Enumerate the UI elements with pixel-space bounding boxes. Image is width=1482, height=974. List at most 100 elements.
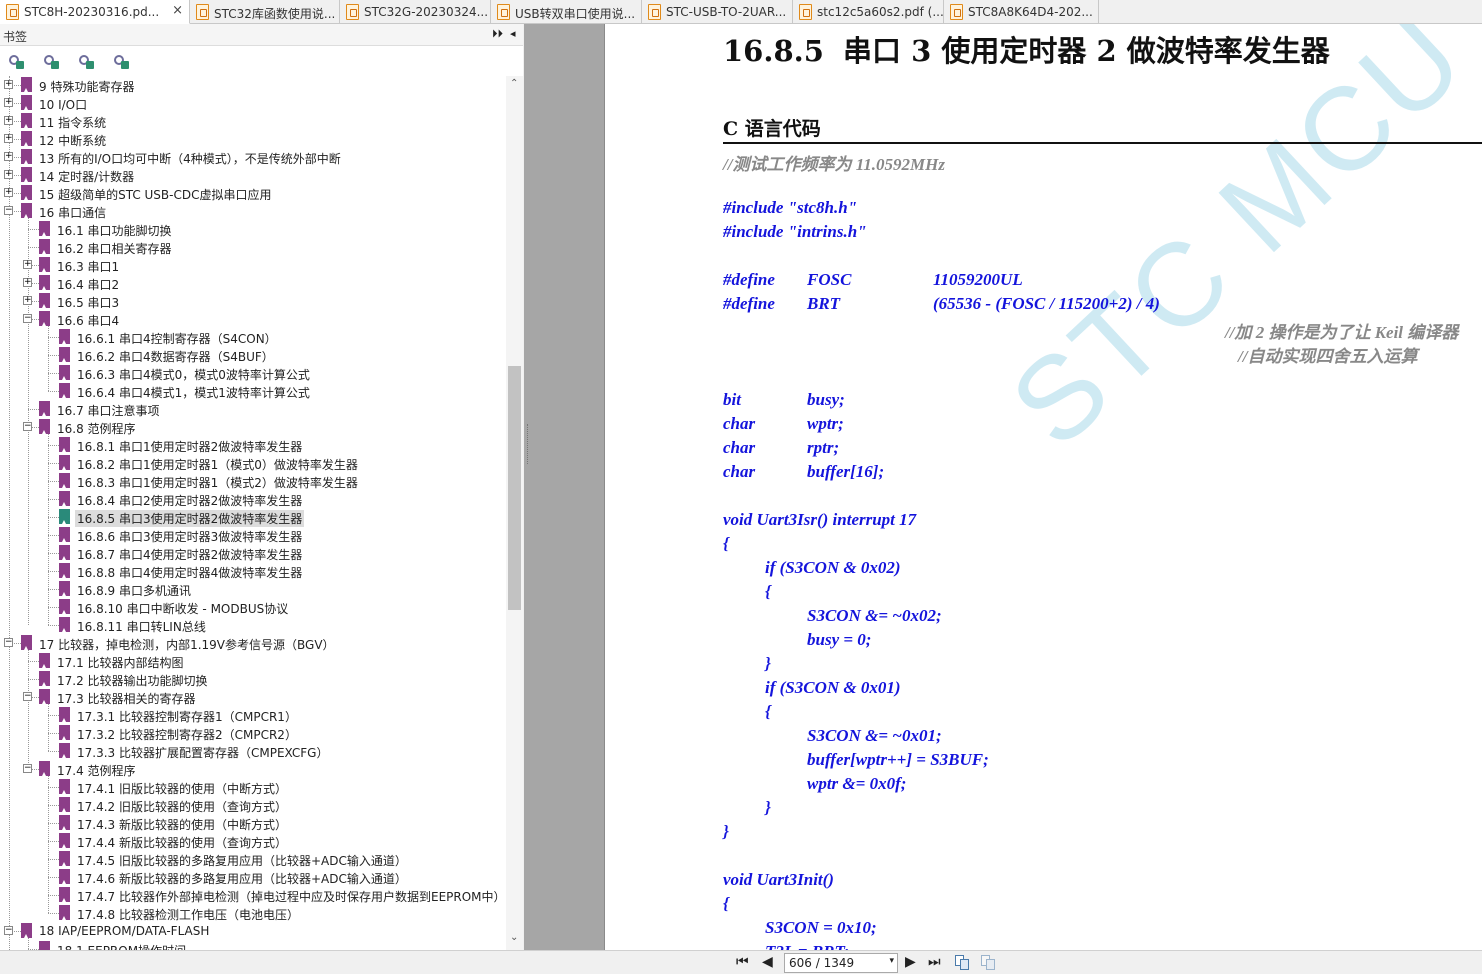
expand-toggle-icon[interactable]: + [23, 278, 32, 287]
bookmark-label[interactable]: 16.8.6 串口3使用定时器3做波特率发生器 [77, 528, 302, 545]
tab-stc8a8k64d4[interactable]: STC8A8K64D4-202... [944, 0, 1099, 24]
bookmark-label[interactable]: 16.6.1 串口4控制寄存器（S4CON） [77, 330, 277, 347]
expand-toggle-icon[interactable]: + [4, 152, 13, 161]
collapse-toggle-icon[interactable]: − [4, 926, 13, 935]
collapse-toggle-icon[interactable]: − [23, 422, 32, 431]
bookmark-label[interactable]: 16.7 串口注意事项 [57, 402, 160, 419]
bookmark-label[interactable]: 17.4.2 旧版比较器的使用（查询方式） [77, 798, 287, 815]
collapse-panel-button[interactable]: ◂ [510, 27, 516, 40]
page-number-box[interactable]: 606 / 1349 ▾ [784, 953, 898, 973]
bookmark-label[interactable]: 16.5 串口3 [57, 294, 119, 311]
bookmark-label[interactable]: 12 中断系统 [39, 132, 106, 149]
bookmark-label[interactable]: 16.4 串口2 [57, 276, 119, 293]
tab-stc12c5a60s2[interactable]: stc12c5a60s2.pdf (... [793, 0, 944, 24]
collapse-toggle-icon[interactable]: − [23, 314, 32, 323]
collapse-toggle-icon[interactable]: − [4, 638, 13, 647]
bookmark-label[interactable]: 16.8.4 串口2使用定时器2做波特率发生器 [77, 492, 302, 509]
scroll-up-arrow[interactable]: ⌃ [510, 78, 518, 89]
bookmark-label[interactable]: 17.1 比较器内部结构图 [57, 654, 184, 671]
bookmark-label[interactable]: 16 串口通信 [39, 204, 106, 221]
code-line: (65536 - (FOSC / 115200+2) / 4) [933, 294, 1160, 313]
bookmark-label[interactable]: 17.3.1 比较器控制寄存器1（CMPCR1） [77, 708, 297, 725]
close-icon[interactable]: × [172, 3, 183, 18]
dual-page-view-icon[interactable] [981, 955, 997, 971]
bookmark-label[interactable]: 16.1 串口功能脚切换 [57, 222, 172, 239]
expand-toggle-icon[interactable]: + [4, 80, 13, 89]
bookmark-label[interactable]: 16.8.7 串口4使用定时器2做波特率发生器 [77, 546, 302, 563]
bookmark-label[interactable]: 16.6.3 串口4模式0，模式0波特率计算公式 [77, 366, 310, 383]
expand-panel-button[interactable]: ⏵⏵ [492, 27, 503, 41]
bookmark-label[interactable]: 18.1 EEPROM操作时间 [57, 942, 186, 950]
bookmark-label[interactable]: 17.3.3 比较器扩展配置寄存器（CMPEXCFG） [77, 744, 328, 761]
sidebar-scrollbar[interactable]: ⌃ ⌄ [506, 76, 523, 950]
expand-toggle-icon[interactable]: + [4, 134, 13, 143]
expand-toggle-icon[interactable]: + [4, 116, 13, 125]
bookmark-collapse-icon[interactable] [43, 54, 59, 70]
first-page-button[interactable]: ⏮ [736, 954, 749, 970]
prev-page-button[interactable]: ◀ [762, 954, 773, 970]
code-line: } [723, 822, 729, 841]
bookmark-label[interactable]: 17.4.5 旧版比较器的多路复用应用（比较器+ADC输入通道） [77, 852, 407, 869]
bookmark-label[interactable]: 16.8.10 串口中断收发 - MODBUS协议 [77, 600, 288, 617]
bookmark-label[interactable]: 17.3 比较器相关的寄存器 [57, 690, 196, 707]
tree-connector [48, 481, 59, 482]
bookmark-label[interactable]: 16.8 范例程序 [57, 420, 136, 437]
bookmark-label[interactable]: 17.4.3 新版比较器的使用（中断方式） [77, 816, 287, 833]
bookmark-label[interactable]: 17.2 比较器输出功能脚切换 [57, 672, 208, 689]
expand-toggle-icon[interactable]: + [4, 170, 13, 179]
tab-stc8h[interactable]: STC8H-20230316.pd... × [0, 0, 190, 24]
bookmark-label[interactable]: 16.8.11 串口转LIN总线 [77, 618, 206, 635]
bookmark-label[interactable]: 16.2 串口相关寄存器 [57, 240, 172, 257]
last-page-button[interactable]: ⏭ [928, 954, 941, 970]
expand-toggle-icon[interactable]: + [4, 98, 13, 107]
bookmark-goto-icon[interactable] [78, 54, 94, 70]
next-page-button[interactable]: ▶ [905, 954, 916, 970]
bookmark-label[interactable]: 16.8.5 串口3使用定时器2做波特率发生器 [75, 510, 305, 527]
scrollbar-thumb[interactable] [508, 366, 521, 610]
scroll-down-arrow[interactable]: ⌄ [510, 932, 518, 943]
bookmark-label[interactable]: 16.8.1 串口1使用定时器2做波特率发生器 [77, 438, 302, 455]
expand-toggle-icon[interactable]: + [23, 296, 32, 305]
chevron-down-icon[interactable]: ▾ [889, 956, 894, 966]
bookmark-label[interactable]: 17.4.6 新版比较器的多路复用应用（比较器+ADC输入通道） [77, 870, 407, 887]
bookmark-label[interactable]: 17.3.2 比较器控制寄存器2（CMPCR2） [77, 726, 297, 743]
bookmark-icon [39, 653, 50, 668]
collapse-toggle-icon[interactable]: − [4, 206, 13, 215]
expand-toggle-icon[interactable]: + [23, 260, 32, 269]
tab-stc-usb-to-2uart[interactable]: STC-USB-TO-2UAR... [642, 0, 793, 24]
bookmark-label[interactable]: 16.3 串口1 [57, 258, 119, 275]
bookmark-label[interactable]: 10 I/O口 [39, 96, 87, 113]
bookmark-label[interactable]: 16.6 串口4 [57, 312, 119, 329]
tab-stc32g[interactable]: STC32G-20230324... [340, 0, 491, 24]
bookmark-label[interactable]: 17.4.1 旧版比较器的使用（中断方式） [77, 780, 287, 797]
bookmark-label[interactable]: 16.8.3 串口1使用定时器1（模式2）做波特率发生器 [77, 474, 358, 491]
bookmark-label[interactable]: 17.4.8 比较器检测工作电压（电池电压） [77, 906, 299, 923]
bookmark-label[interactable]: 17.4.7 比较器作外部掉电检测（掉电过程中应及时保存用户数据到EEPROM中… [77, 888, 506, 905]
collapse-toggle-icon[interactable]: − [23, 764, 32, 773]
expand-toggle-icon[interactable]: + [4, 188, 13, 197]
bookmark-expand-icon[interactable] [8, 54, 24, 70]
tab-usb-dual-uart[interactable]: USB转双串口使用说... [491, 0, 642, 24]
bookmark-icon [21, 167, 32, 182]
bookmark-label[interactable]: 17.4.4 新版比较器的使用（查询方式） [77, 834, 287, 851]
splitter-grip[interactable] [527, 424, 530, 464]
bookmark-label[interactable]: 13 所有的I/O口均可中断（4种模式），不是传统外部中断 [39, 150, 341, 167]
bookmark-label[interactable]: 16.8.2 串口1使用定时器1（模式0）做波特率发生器 [77, 456, 358, 473]
bookmark-label[interactable]: 16.6.4 串口4模式1，模式1波特率计算公式 [77, 384, 310, 401]
bookmark-label[interactable]: 15 超级简单的STC USB-CDC虚拟串口应用 [39, 186, 271, 203]
panel-splitter[interactable] [524, 24, 604, 950]
bookmark-label[interactable]: 16.6.2 串口4数据寄存器（S4BUF） [77, 348, 274, 365]
bookmark-label[interactable]: 18 IAP/EEPROM/DATA-FLASH [39, 924, 209, 938]
bookmark-label[interactable]: 11 指令系统 [39, 114, 106, 131]
bookmark-label[interactable]: 14 定时器/计数器 [39, 168, 134, 185]
collapse-toggle-icon[interactable]: − [23, 692, 32, 701]
single-page-view-icon[interactable] [955, 955, 971, 971]
bookmark-label[interactable]: 16.8.9 串口多机通讯 [77, 582, 191, 599]
bookmark-label[interactable]: 17.4 范例程序 [57, 762, 136, 779]
bookmark-label[interactable]: 17 比较器，掉电检测，内部1.19V参考信号源（BGV） [39, 636, 335, 653]
bookmark-find-icon[interactable] [113, 54, 129, 70]
tab-stc32-lib[interactable]: STC32库函数使用说... [190, 0, 340, 24]
page-number-value[interactable]: 606 / 1349 [789, 956, 854, 970]
bookmark-label[interactable]: 9 特殊功能寄存器 [39, 78, 134, 95]
bookmark-label[interactable]: 16.8.8 串口4使用定时器4做波特率发生器 [77, 564, 302, 581]
